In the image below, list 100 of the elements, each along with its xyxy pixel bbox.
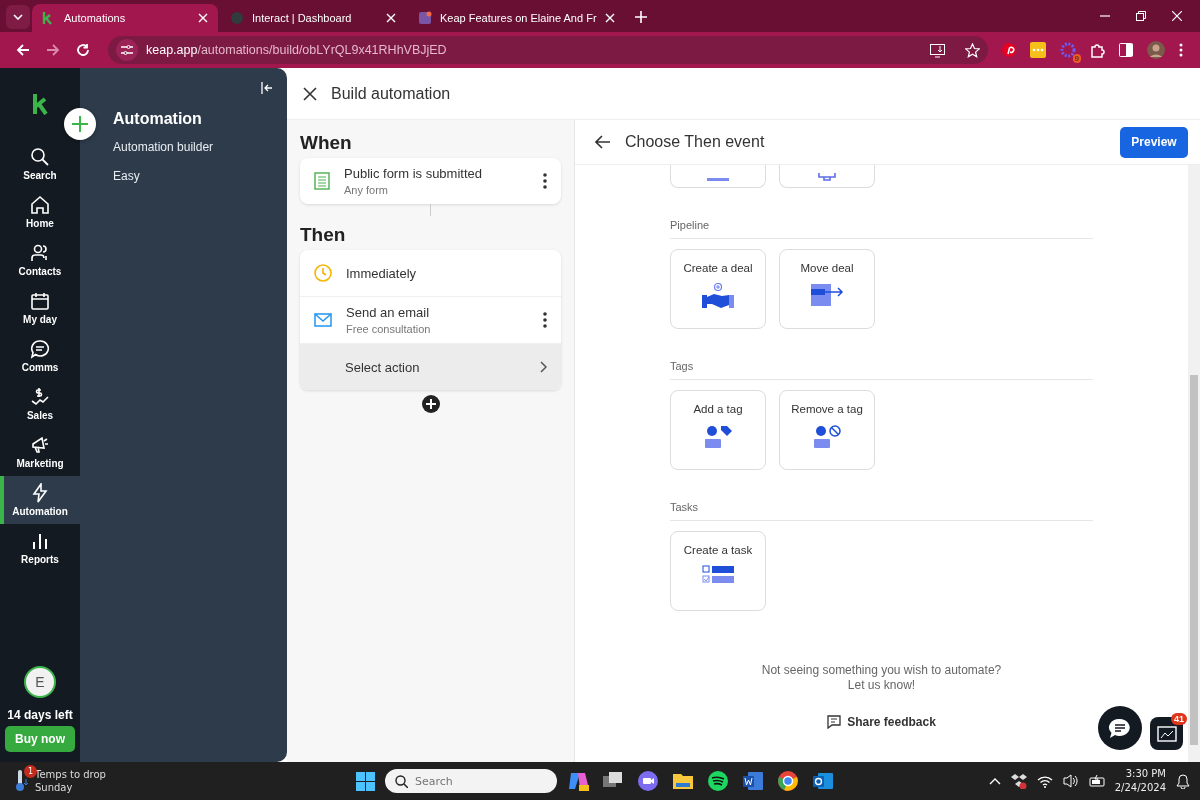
side-panel-icon[interactable] <box>1119 43 1133 57</box>
add-step-icon[interactable] <box>421 395 440 413</box>
browser-icon[interactable] <box>777 770 799 792</box>
more-options-icon[interactable] <box>543 173 547 189</box>
person-tag-icon <box>703 424 733 448</box>
step-subtitle: Any form <box>344 184 389 196</box>
search-icon <box>395 775 408 788</box>
step-title: Immediately <box>346 265 418 281</box>
nav-item[interactable]: Sales <box>0 380 80 428</box>
select-action-step[interactable]: Select action <box>300 344 561 390</box>
home-icon <box>30 195 50 215</box>
tab-favicon <box>230 11 244 25</box>
section-heading: When <box>300 132 353 154</box>
browser-tab[interactable]: Keap Features on Elaine And Fr <box>408 4 625 32</box>
trigger-card[interactable]: Public form is submitted Any form <box>300 158 561 204</box>
feedback-prompt: Not seeing something you wish to automate? Let us know! <box>760 663 1003 693</box>
action-card[interactable]: Add a tag <box>670 390 766 470</box>
chevron-up-icon[interactable] <box>988 777 1001 785</box>
back-arrow-icon <box>16 43 30 57</box>
close-icon[interactable] <box>303 86 317 101</box>
clock[interactable]: 3:30 PM 2/24/2024 <box>1114 767 1166 795</box>
action-card[interactable]: Create a deal <box>670 249 766 329</box>
document-app-icon[interactable] <box>742 770 764 792</box>
puzzle-icon[interactable] <box>1090 42 1105 58</box>
wifi-icon[interactable] <box>1036 774 1053 788</box>
star-icon[interactable] <box>965 42 980 58</box>
chat-bubble-icon <box>30 339 50 359</box>
battery-icon[interactable] <box>1088 774 1105 788</box>
pin-extension-icon[interactable] <box>1002 43 1016 57</box>
profile-avatar-icon[interactable] <box>1147 41 1165 59</box>
video-chat-icon[interactable] <box>637 770 659 792</box>
address-bar[interactable]: keap.app/automations/build/obLYrQL9x41RHhVBJjED <box>108 36 988 64</box>
music-app-icon[interactable] <box>707 770 729 792</box>
menu-icon[interactable] <box>1179 43 1183 57</box>
step-title: Send an email <box>346 305 431 320</box>
bell-icon[interactable] <box>1176 773 1190 789</box>
new-tab-icon[interactable] <box>634 11 647 23</box>
bar-icon <box>707 178 729 181</box>
scrollbar[interactable] <box>1188 165 1200 762</box>
nav-item[interactable]: Automation <box>0 476 80 524</box>
stand-icon <box>816 173 838 181</box>
notifications-button[interactable] <box>1150 717 1183 750</box>
submenu-title: Automation <box>113 110 203 128</box>
person-blocked-icon <box>812 424 842 448</box>
page-title: Build automation <box>331 84 451 103</box>
restore-icon[interactable] <box>1136 11 1146 21</box>
tab-search-button[interactable] <box>6 5 30 29</box>
plus-icon <box>72 116 88 132</box>
speaker-icon[interactable] <box>1062 773 1079 789</box>
weather-badge: 1 <box>24 765 37 778</box>
nav-item[interactable]: Marketing <box>0 428 80 476</box>
people-icon <box>30 243 50 263</box>
nav-item[interactable]: Home <box>0 188 80 236</box>
share-feedback-link[interactable]: Share feedback <box>827 715 936 729</box>
reload-icon <box>76 43 90 57</box>
speech-bubble-icon <box>1108 717 1132 739</box>
dots-extension-icon[interactable] <box>1030 42 1046 58</box>
form-icon <box>314 172 330 190</box>
mail-app-icon[interactable] <box>812 770 834 792</box>
action-card[interactable] <box>779 165 875 188</box>
category-heading: Tasks <box>670 501 1093 521</box>
search-field[interactable]: Search <box>385 769 557 793</box>
submenu-item[interactable]: Easy <box>113 169 140 183</box>
comment-icon <box>827 715 842 729</box>
copilot-icon[interactable] <box>567 770 589 792</box>
checklist-icon <box>701 565 735 584</box>
action-card[interactable]: Remove a tag <box>779 390 875 470</box>
browser-tab[interactable]: Automations <box>32 4 218 32</box>
nav-item[interactable]: My day <box>0 284 80 332</box>
calendar-icon <box>30 291 50 311</box>
windows-start-icon[interactable] <box>356 771 375 791</box>
forward-arrow-icon <box>46 43 60 57</box>
nav-item[interactable]: Comms <box>0 332 80 380</box>
preview-button[interactable]: Preview <box>1120 126 1188 158</box>
action-card[interactable]: Create a task <box>670 531 766 611</box>
more-options-icon[interactable] <box>543 312 547 328</box>
megaphone-icon <box>30 435 50 455</box>
section-heading: Then <box>300 224 347 246</box>
chevron-right-icon <box>540 361 547 373</box>
cloud-sync-icon[interactable] <box>1010 773 1027 789</box>
action-card[interactable] <box>670 165 766 188</box>
chat-button[interactable] <box>1098 706 1142 750</box>
weather-widget[interactable]: Temps to drop Sunday <box>35 768 106 794</box>
nav-item[interactable]: Contacts <box>0 236 80 284</box>
tab-favicon <box>418 11 432 25</box>
nav-item[interactable]: Search <box>0 140 80 188</box>
user-avatar[interactable]: E <box>24 666 56 698</box>
browser-tab[interactable]: Interact | Dashboard <box>220 4 406 32</box>
caret-icon <box>13 14 23 20</box>
collapse-sidebar-icon[interactable] <box>261 82 273 94</box>
timing-step[interactable]: Immediately <box>300 250 561 297</box>
url-text: keap.app/automations/build/obLYrQL9x41RHhVBJjED <box>146 43 448 57</box>
submenu-item[interactable]: Automation builder <box>113 140 214 154</box>
notification-count: 41 <box>1171 713 1187 725</box>
action-card[interactable]: Move deal <box>779 249 875 329</box>
nav-item[interactable]: Reports <box>0 524 80 572</box>
whiteboard-icon <box>1156 725 1177 742</box>
back-arrow-icon[interactable] <box>595 135 611 149</box>
install-app-icon[interactable] <box>930 42 945 58</box>
lightning-icon <box>30 483 50 503</box>
